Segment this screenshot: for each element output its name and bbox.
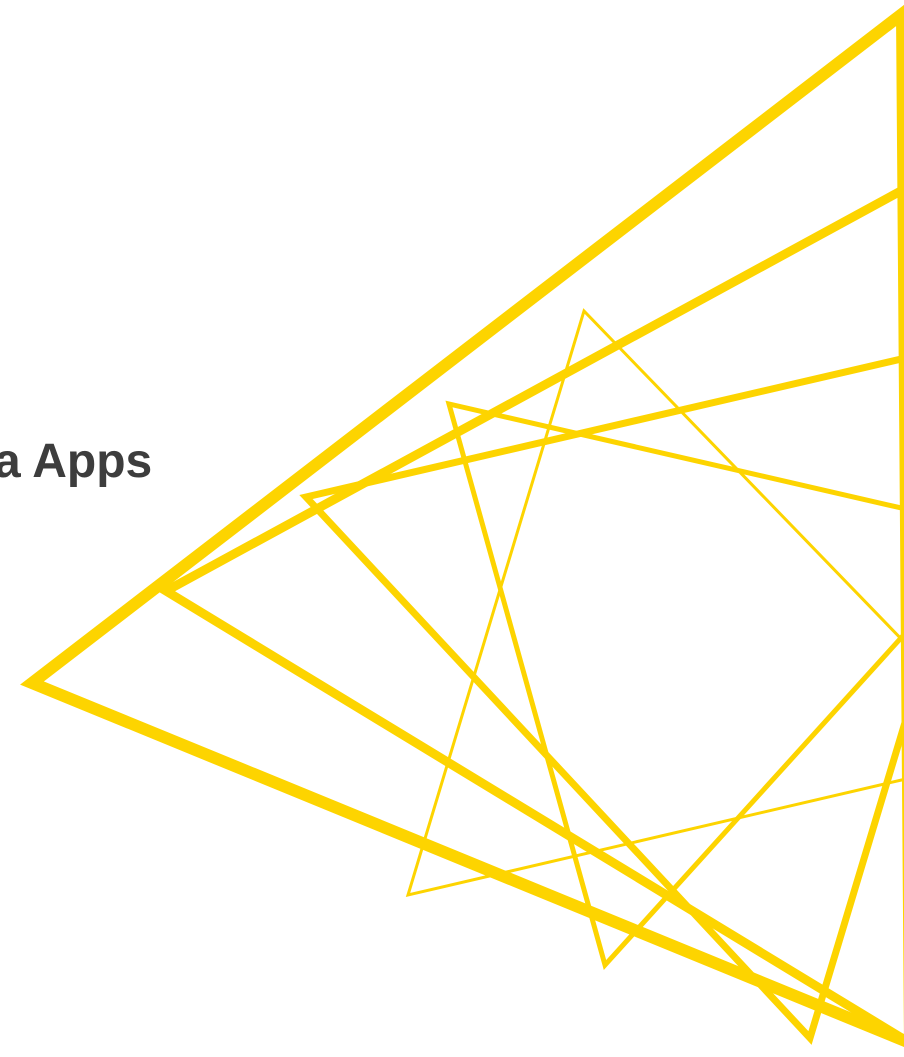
diagonal-line-middle bbox=[299, 354, 904, 1045]
diagonal-line-upper bbox=[156, 184, 904, 1045]
decorative-triangles-graphic bbox=[20, 4, 904, 1048]
large-triangle-outline bbox=[20, 4, 904, 1048]
slide-canvas: a Apps bbox=[0, 0, 904, 1057]
thin-diamond-outline bbox=[405, 308, 904, 898]
slide-title: a Apps bbox=[0, 435, 153, 488]
